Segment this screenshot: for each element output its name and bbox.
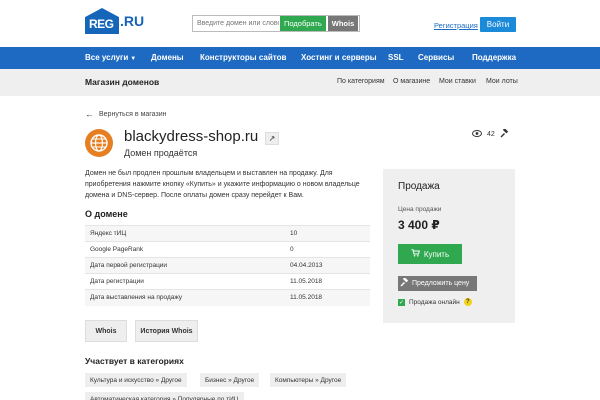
nav-item-ssl[interactable]: SSL xyxy=(388,47,404,69)
row-value: 10 xyxy=(290,225,370,242)
globe-icon-svg xyxy=(90,134,108,152)
whois-history-button[interactable]: История Whois xyxy=(135,320,198,342)
make-offer-label: Предложить цену xyxy=(412,280,470,287)
nav-item-label: Все услуги xyxy=(85,53,129,62)
domain-search-input[interactable] xyxy=(193,16,279,31)
row-label: Дата первой регистрации xyxy=(85,257,290,274)
pick-domain-button[interactable]: Подобрать xyxy=(280,16,326,31)
buy-button-label: Купить xyxy=(423,249,450,259)
main-nav: Все услуги ▼ Домены Конструкторы сайтов Х… xyxy=(0,47,600,69)
domain-stats: 42 xyxy=(472,128,509,140)
nav-item-services[interactable]: Сервисы xyxy=(418,47,454,69)
arrow-left-icon: ← xyxy=(85,109,94,119)
row-value: 11.05.2018 xyxy=(290,289,370,306)
gavel-icon xyxy=(400,277,409,289)
sale-title: Продажа xyxy=(398,181,440,192)
logo-main-text: REG xyxy=(89,17,114,31)
table-row: Дата регистрации 11.05.2018 xyxy=(85,273,370,290)
table-row: Яндекс тИЦ 10 xyxy=(85,225,370,242)
category-tag[interactable]: Компьютеры » Другое xyxy=(270,373,347,387)
price-label: Цена продажи xyxy=(398,206,442,213)
category-tag[interactable]: Бизнес » Другое xyxy=(200,373,260,387)
shop-title: Магазин доменов xyxy=(85,77,160,87)
reg-ru-logo[interactable]: REG .RU xyxy=(85,8,144,34)
logo-suffix-text: .RU xyxy=(120,13,145,29)
sale-price: 3 400 ₽ xyxy=(398,218,440,232)
table-row: Google PageRank 0 xyxy=(85,241,370,258)
row-value: 0 xyxy=(290,241,370,258)
site-header: REG .RU Подобрать Whois Регистрация Войт… xyxy=(0,0,600,47)
table-row: Дата первой регистрации 04.04.2013 xyxy=(85,257,370,274)
online-sale-indicator: ✓ Продажа онлайн ? xyxy=(398,298,472,306)
logo-house-icon: REG xyxy=(85,8,119,34)
online-sale-label: Продажа онлайн xyxy=(409,298,460,306)
help-icon[interactable]: ? xyxy=(463,298,472,306)
cart-icon xyxy=(411,249,420,259)
table-row: Дата выставления на продажу 11.05.2018 xyxy=(85,289,370,306)
nav-item-domains[interactable]: Домены xyxy=(151,47,184,69)
row-value: 04.04.2013 xyxy=(290,257,370,274)
nav-item-site-builders[interactable]: Конструкторы сайтов xyxy=(200,47,286,69)
sub-link-my-lots[interactable]: Мои лоты xyxy=(486,78,518,85)
row-label: Яндекс тИЦ xyxy=(85,225,290,242)
sub-link-about-shop[interactable]: О магазине xyxy=(393,78,430,85)
globe-icon xyxy=(85,129,113,157)
nav-item-support[interactable]: Поддержка xyxy=(472,47,516,69)
categories-title: Участвует в категориях xyxy=(85,356,184,366)
header-whois-button[interactable]: Whois xyxy=(327,16,359,31)
nav-item-hosting[interactable]: Хостинг и серверы xyxy=(301,47,377,69)
category-tag[interactable]: Культура и искусство » Другое xyxy=(85,373,187,387)
row-value: 11.05.2018 xyxy=(290,273,370,290)
eye-icon xyxy=(472,130,482,139)
row-label: Google PageRank xyxy=(85,241,290,258)
back-to-shop-link[interactable]: ← Вернуться в магазин xyxy=(85,109,166,119)
back-link-label: Вернуться в магазин xyxy=(99,110,167,118)
views-count: 42 xyxy=(487,131,495,138)
gavel-icon xyxy=(500,128,509,140)
domain-description: Домен не был продлен прошлым владельцем … xyxy=(85,170,360,199)
domain-info-table: Яндекс тИЦ 10 Google PageRank 0 Дата перво… xyxy=(85,225,370,306)
login-button[interactable]: Войти xyxy=(480,17,516,32)
domain-search: Подобрать Whois xyxy=(192,15,360,32)
register-link[interactable]: Регистрация xyxy=(434,21,478,30)
category-tag[interactable]: Автоматическая категория » Популярные по… xyxy=(85,392,244,400)
row-label: Дата регистрации xyxy=(85,273,290,290)
make-offer-button[interactable]: Предложить цену xyxy=(398,276,477,291)
domain-status: Домен продаётся xyxy=(124,148,198,158)
about-domain-title: О домене xyxy=(85,209,128,219)
sub-link-by-category[interactable]: По категориям xyxy=(337,78,385,85)
sub-link-my-bids[interactable]: Мои ставки xyxy=(439,78,476,85)
nav-item-all-services[interactable]: Все услуги ▼ xyxy=(85,47,136,69)
shop-subheader: Магазин доменов По категориям О магазине… xyxy=(0,69,600,96)
check-icon: ✓ xyxy=(398,298,405,306)
whois-button[interactable]: Whois xyxy=(85,320,127,342)
sale-panel: Продажа Цена продажи 3 400 ₽ Купить Пред… xyxy=(383,169,515,323)
external-link-icon[interactable]: ↗ xyxy=(265,132,279,145)
buy-button[interactable]: Купить xyxy=(398,244,462,264)
row-label: Дата выставления на продажу xyxy=(85,289,290,306)
domain-name: blackydress-shop.ru xyxy=(124,128,259,145)
caret-down-icon: ▼ xyxy=(130,56,137,62)
